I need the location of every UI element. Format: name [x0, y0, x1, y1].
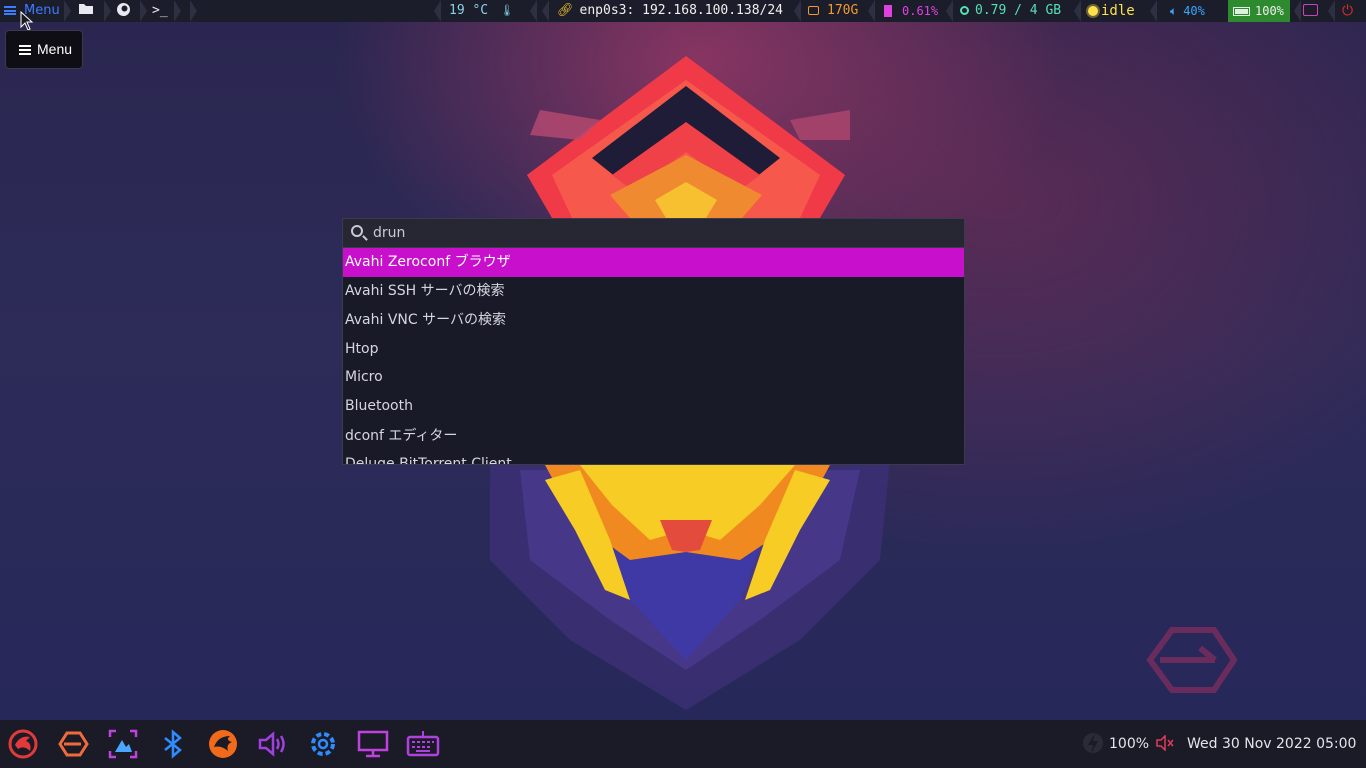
garuda-logo-icon[interactable]	[56, 727, 90, 761]
volume-icon[interactable]	[256, 727, 290, 761]
bottom-panel: 100% Wed 30 Nov 2022 05:00 PM	[0, 720, 1366, 768]
cpu-usage: 0.61%	[902, 4, 939, 18]
cpu-icon	[884, 5, 892, 17]
screenshot-icon[interactable]	[106, 727, 140, 761]
launcher-item[interactable]: dconf エディター	[343, 421, 964, 452]
launcher-results: Avahi Zeroconf ブラウザ Avahi SSH サーバの検索 Ava…	[343, 248, 964, 464]
volume-widget[interactable]: 🔈︎ 40%	[1170, 0, 1205, 22]
memory-widget: 0.79 / 4 GB	[960, 0, 1061, 22]
power-icon[interactable]: ⏻	[1342, 0, 1353, 22]
speaker-icon: 🔈︎	[1170, 4, 1178, 18]
bluetooth-icon[interactable]	[156, 727, 190, 761]
clock[interactable]: Wed 30 Nov 2022 05:00 PM	[1187, 720, 1366, 768]
top-status-bar: Menu >_ 19 °C 🌡 🔗︎ enp0s3: 192.168.100.13…	[0, 0, 1366, 22]
launcher-search-input[interactable]	[373, 219, 953, 247]
display-settings-icon[interactable]	[356, 727, 390, 761]
launcher-item[interactable]: Avahi SSH サーバの検索	[343, 277, 964, 306]
cpu-widget: 0.61%	[884, 0, 938, 22]
hamburger-icon	[19, 45, 31, 55]
temperature-widget: 19 °C 🌡	[449, 0, 514, 22]
disk-icon	[808, 6, 819, 15]
firefox-icon[interactable]	[116, 0, 131, 22]
network-address: enp0s3: 192.168.100.138/24	[579, 3, 784, 18]
volume-level: 40%	[1183, 4, 1205, 18]
disk-free: 170G	[827, 3, 859, 18]
launcher-item[interactable]: Avahi Zeroconf ブラウザ	[343, 248, 964, 277]
disk-widget: 170G	[808, 0, 858, 22]
memory-usage: 0.79 / 4 GB	[975, 3, 1062, 18]
keyboard-icon[interactable]	[1303, 0, 1318, 22]
thermometer-icon: 🌡	[499, 4, 514, 17]
launcher-item[interactable]: Deluge BitTorrent Client	[343, 452, 964, 464]
temperature-value: 19 °C	[449, 3, 489, 18]
eagle-icon[interactable]	[206, 727, 240, 761]
network-widget: 🔗︎ enp0s3: 192.168.100.138/24	[557, 0, 783, 22]
keyboard-icon[interactable]	[406, 727, 440, 761]
app-launcher: Avahi Zeroconf ブラウザ Avahi SSH サーバの検索 Ava…	[342, 218, 965, 465]
menu-button[interactable]: Menu	[5, 30, 83, 69]
memory-icon	[960, 6, 969, 15]
terminal-icon[interactable]: >_	[152, 0, 168, 22]
muted-speaker-icon[interactable]	[1156, 720, 1174, 768]
sun-icon	[1088, 6, 1098, 16]
battery-level: 100%	[1255, 4, 1284, 18]
launcher-item[interactable]: Avahi VNC サーバの検索	[343, 306, 964, 335]
search-icon	[351, 225, 363, 237]
power-bolt-icon[interactable]	[1082, 720, 1104, 768]
idle-widget[interactable]: idle	[1088, 0, 1135, 22]
menu-label: Menu	[24, 3, 60, 18]
menu-button-label: Menu	[37, 41, 73, 57]
menu-launcher[interactable]: Menu	[2, 0, 60, 22]
settings-gear-icon[interactable]	[306, 727, 340, 761]
dragon-icon[interactable]	[6, 727, 40, 761]
battery-widget: 100%	[1228, 0, 1290, 22]
tray-battery-level: 100%	[1109, 736, 1150, 752]
link-icon: 🔗︎	[557, 3, 574, 18]
folder-icon[interactable]	[78, 0, 94, 22]
menu-icon	[4, 6, 16, 15]
battery-icon	[1233, 7, 1250, 16]
launcher-item[interactable]: Htop	[343, 335, 964, 363]
launcher-search-bar	[343, 219, 964, 248]
launcher-item[interactable]: Bluetooth	[343, 392, 964, 421]
idle-status: idle	[1101, 3, 1135, 19]
launcher-item[interactable]: Micro	[343, 363, 964, 392]
